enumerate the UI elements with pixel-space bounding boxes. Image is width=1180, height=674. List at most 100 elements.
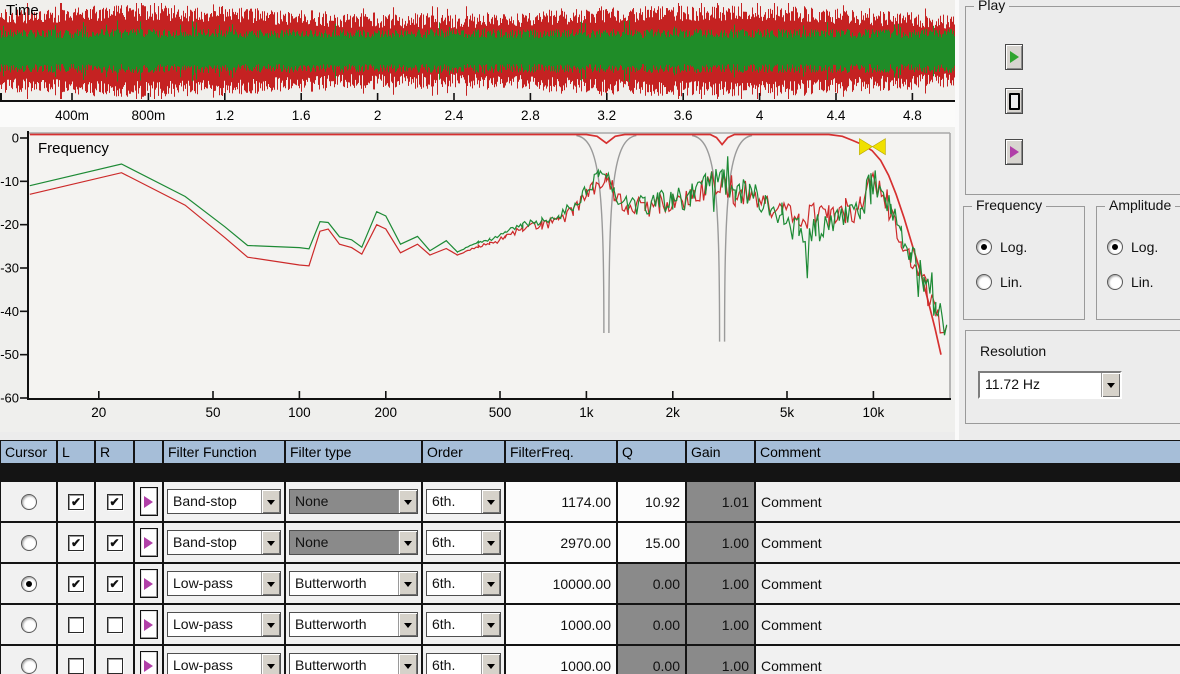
audio-filter-app-window: 400m800m1.21.622.42.83.23.644.44.8 Time …	[0, 0, 1180, 674]
row-play-button[interactable]	[140, 528, 158, 557]
chevron-down-icon[interactable]	[481, 572, 500, 595]
right-checkbox[interactable]: ✔	[107, 494, 123, 510]
filter-function-select-cell: Low-pass	[164, 564, 284, 603]
cursor-radio[interactable]	[21, 494, 37, 510]
filter-freq-cell[interactable]: 1174.00	[506, 482, 616, 521]
filter-freq-cell[interactable]: 10000.00	[506, 564, 616, 603]
left-checkbox[interactable]: ✔	[68, 494, 84, 510]
comment-cell[interactable]: Comment	[756, 564, 1180, 603]
chevron-down-icon[interactable]	[481, 490, 500, 513]
frequency-lin-label: Lin.	[1000, 274, 1023, 290]
svg-text:-20: -20	[0, 217, 19, 232]
gain-cell[interactable]: 1.01	[687, 482, 754, 521]
left-checkbox[interactable]: ✔	[68, 535, 84, 551]
amplitude-lin-radio[interactable]: Lin.	[1107, 274, 1154, 290]
order-select-value: 6th.	[427, 654, 481, 674]
order-select[interactable]: 6th.	[426, 530, 501, 555]
resolution-combobox[interactable]: 11.72 Hz	[978, 371, 1122, 399]
filter-type-select[interactable]: None	[289, 530, 418, 555]
filter-type-select[interactable]: Butterworth	[289, 653, 418, 674]
left-checkbox[interactable]	[68, 658, 84, 674]
chevron-down-icon[interactable]	[398, 531, 417, 554]
cursor-radio[interactable]	[21, 658, 37, 674]
stop-button[interactable]	[1005, 88, 1023, 114]
gain-cell[interactable]: 1.00	[687, 605, 754, 644]
row-play-cell	[135, 605, 162, 644]
filter-function-select[interactable]: Low-pass	[167, 612, 281, 637]
right-checkbox-cell	[96, 646, 133, 674]
order-select-cell: 6th.	[423, 605, 504, 644]
filter-function-select[interactable]: Band-stop	[167, 530, 281, 555]
q-cell[interactable]: 15.00	[618, 523, 685, 562]
cursor-radio[interactable]	[21, 576, 37, 592]
cursor-radio[interactable]	[21, 617, 37, 633]
chevron-down-icon[interactable]	[261, 613, 280, 636]
chevron-down-icon[interactable]	[398, 490, 417, 513]
right-checkbox[interactable]	[107, 658, 123, 674]
chevron-down-icon[interactable]	[481, 654, 500, 674]
svg-text:3.2: 3.2	[597, 108, 616, 123]
amplitude-log-label: Log.	[1131, 239, 1158, 255]
gain-cell[interactable]: 1.00	[687, 564, 754, 603]
svg-text:0: 0	[12, 131, 19, 146]
left-checkbox[interactable]: ✔	[68, 576, 84, 592]
q-cell[interactable]: 0.00	[618, 646, 685, 674]
right-checkbox[interactable]	[107, 617, 123, 633]
q-cell[interactable]: 10.92	[618, 482, 685, 521]
filter-freq-cell[interactable]: 1000.00	[506, 605, 616, 644]
filter-freq-cell[interactable]: 1000.00	[506, 646, 616, 674]
q-cell[interactable]: 0.00	[618, 605, 685, 644]
chevron-down-icon[interactable]	[398, 613, 417, 636]
order-select[interactable]: 6th.	[426, 571, 501, 596]
order-select[interactable]: 6th.	[426, 612, 501, 637]
row-play-button[interactable]	[140, 569, 158, 598]
play-icon-green	[1010, 51, 1019, 63]
gain-cell[interactable]: 1.00	[687, 523, 754, 562]
play-filtered-button[interactable]	[1005, 139, 1023, 165]
right-checkbox[interactable]: ✔	[107, 535, 123, 551]
filter-type-select-cell: None	[286, 482, 421, 521]
chevron-down-icon[interactable]	[1101, 373, 1120, 397]
left-checkbox-cell: ✔	[58, 482, 94, 521]
chevron-down-icon[interactable]	[261, 654, 280, 674]
order-select-cell: 6th.	[423, 523, 504, 562]
gain-cell[interactable]: 1.00	[687, 646, 754, 674]
chevron-down-icon[interactable]	[398, 654, 417, 674]
filter-type-select[interactable]: Butterworth	[289, 571, 418, 596]
chevron-down-icon[interactable]	[481, 613, 500, 636]
order-select[interactable]: 6th.	[426, 653, 501, 674]
row-play-button[interactable]	[140, 610, 158, 639]
chevron-down-icon[interactable]	[261, 490, 280, 513]
comment-cell[interactable]: Comment	[756, 646, 1180, 674]
play-original-button[interactable]	[1005, 44, 1023, 70]
amplitude-log-radio[interactable]: Log.	[1107, 239, 1158, 255]
filter-function-select[interactable]: Low-pass	[167, 571, 281, 596]
chevron-down-icon[interactable]	[261, 531, 280, 554]
frequency-log-radio[interactable]: Log.	[976, 239, 1027, 255]
svg-text:500: 500	[489, 405, 512, 420]
cursor-radio[interactable]	[21, 535, 37, 551]
radio-selected-icon	[976, 239, 992, 255]
col-header-row-play	[135, 441, 162, 463]
row-play-button[interactable]	[140, 651, 158, 674]
play-groupbox: Play	[965, 6, 1180, 195]
q-cell[interactable]: 0.00	[618, 564, 685, 603]
row-play-button[interactable]	[140, 487, 158, 516]
chevron-down-icon[interactable]	[261, 572, 280, 595]
comment-cell[interactable]: Comment	[756, 605, 1180, 644]
svg-text:1k: 1k	[579, 405, 594, 420]
filter-type-select[interactable]: None	[289, 489, 418, 514]
amplitude-groupbox: Amplitude Log. Lin.	[1096, 206, 1180, 320]
filter-freq-cell[interactable]: 2970.00	[506, 523, 616, 562]
frequency-lin-radio[interactable]: Lin.	[976, 274, 1023, 290]
left-checkbox[interactable]	[68, 617, 84, 633]
filter-type-select[interactable]: Butterworth	[289, 612, 418, 637]
comment-cell[interactable]: Comment	[756, 523, 1180, 562]
filter-function-select[interactable]: Band-stop	[167, 489, 281, 514]
filter-function-select[interactable]: Low-pass	[167, 653, 281, 674]
chevron-down-icon[interactable]	[398, 572, 417, 595]
right-checkbox[interactable]: ✔	[107, 576, 123, 592]
comment-cell[interactable]: Comment	[756, 482, 1180, 521]
order-select[interactable]: 6th.	[426, 489, 501, 514]
chevron-down-icon[interactable]	[481, 531, 500, 554]
